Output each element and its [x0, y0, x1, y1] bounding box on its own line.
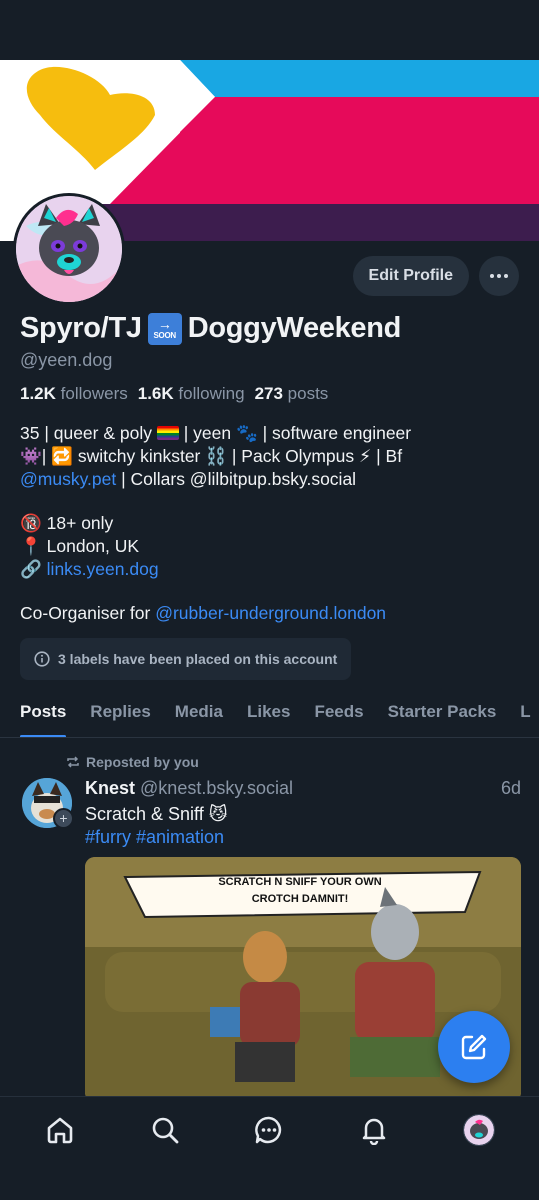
display-name: Spyro/TJ → SOON DoggyWeekend: [20, 312, 401, 345]
tab-feeds[interactable]: Feeds: [302, 688, 375, 736]
search-icon: [152, 1117, 179, 1144]
bio-line: @musky.pet | Collars @lilbitpup.bsky.soc…: [20, 468, 520, 491]
post-author-name[interactable]: Knest: [85, 778, 135, 798]
chat-icon: [255, 1116, 282, 1144]
profile-stats: 1.2K followers 1.6K following 273 posts: [20, 384, 328, 404]
link-icon: 🔗: [20, 559, 42, 579]
repost-label: Reposted by you: [86, 754, 199, 770]
post-text: Scratch & Sniff 😼: [85, 804, 228, 824]
home-icon: [47, 1117, 73, 1144]
posts-count: 273: [254, 384, 283, 403]
bio-line: 👾| 🔁 switchy kinkster ⛓️ | Pack Olympus …: [20, 446, 403, 466]
bottom-navigation: [0, 1096, 539, 1200]
compose-pencil-icon: [461, 1034, 487, 1060]
bio-text: 35 | queer & poly: [20, 423, 157, 443]
bio-line: 🔗 links.yeen.dog: [20, 558, 520, 581]
more-horizontal-icon: [490, 274, 508, 278]
soon-badge-label: SOON: [153, 331, 177, 340]
status-bar: [0, 0, 539, 60]
display-name-suffix: DoggyWeekend: [187, 312, 402, 344]
post-header: Knest @knest.bsky.social: [85, 778, 293, 799]
post-hashtags[interactable]: #furry #animation: [85, 827, 224, 848]
tab-lists[interactable]: L: [508, 688, 539, 736]
nav-search[interactable]: [135, 1097, 195, 1163]
nav-home[interactable]: [30, 1097, 90, 1163]
labels-notice-text: 3 labels have been placed on this accoun…: [58, 651, 338, 667]
nav-profile-avatar: [462, 1114, 495, 1146]
bio-line: Co-Organiser for @rubber-underground.lon…: [20, 602, 520, 625]
bio-text: Co-Organiser for: [20, 603, 156, 623]
tab-media[interactable]: Media: [163, 688, 235, 736]
musky-pet-link[interactable]: @musky.pet: [20, 469, 116, 489]
more-options-button[interactable]: [479, 256, 519, 296]
rubber-underground-link[interactable]: @rubber-underground.london: [155, 603, 386, 623]
tab-starter-packs[interactable]: Starter Packs: [376, 688, 509, 736]
profile-bio: 35 | queer & poly | yeen 🐾 | software en…: [20, 422, 520, 625]
profile-avatar[interactable]: [13, 193, 125, 305]
post-timestamp[interactable]: 6d: [501, 778, 521, 799]
comic-caption-line2: CROTCH DAMNIT!: [252, 893, 349, 905]
following-count: 1.6K: [137, 384, 174, 403]
post-author-handle[interactable]: @knest.bsky.social: [140, 778, 293, 798]
tab-replies[interactable]: Replies: [78, 688, 162, 736]
profile-tabs: Posts Replies Media Likes Feeds Starter …: [0, 688, 539, 738]
bio-text: | yeen 🐾 | software engineer: [178, 423, 412, 443]
bio-text: | Collars @lilbitpup.bsky.social: [116, 469, 357, 489]
bio-line: 🔞 18+ only: [20, 513, 114, 533]
repost-indicator: Reposted by you: [66, 754, 199, 770]
comic-caption-line1: SCRATCH N SNIFF YOUR OWN: [218, 876, 381, 888]
info-icon: [34, 651, 50, 667]
nav-chat[interactable]: [239, 1097, 299, 1163]
bell-icon: [362, 1118, 386, 1145]
nav-profile[interactable]: [449, 1097, 509, 1163]
profile-actions: Edit Profile: [352, 256, 519, 296]
edit-profile-button[interactable]: Edit Profile: [352, 256, 469, 296]
profile-handle: @yeen.dog: [20, 350, 113, 370]
tab-likes[interactable]: Likes: [235, 688, 302, 736]
labels-notice[interactable]: 3 labels have been placed on this accoun…: [20, 638, 352, 680]
following-stat[interactable]: 1.6K following: [138, 384, 245, 404]
soon-arrow-icon: → SOON: [147, 312, 182, 345]
bio-line: 📍 London, UK: [20, 536, 140, 556]
followers-label: followers: [60, 384, 128, 403]
followers-stat[interactable]: 1.2K followers: [20, 384, 128, 404]
posts-label: posts: [287, 384, 329, 403]
posts-stat: 273 posts: [255, 384, 329, 404]
repost-icon: [67, 756, 79, 768]
display-name-text: Spyro/TJ: [20, 312, 142, 344]
follow-plus-button[interactable]: +: [53, 808, 74, 829]
compose-button[interactable]: [438, 1011, 510, 1083]
tab-posts[interactable]: Posts: [0, 688, 78, 737]
bio-line: 35 | queer & poly | yeen 🐾 | software en…: [20, 422, 520, 445]
links-yeen-dog-link[interactable]: links.yeen.dog: [47, 559, 159, 579]
nav-notifications[interactable]: [344, 1097, 404, 1163]
followers-count: 1.2K: [20, 384, 56, 403]
rainbow-flag-icon: [156, 426, 179, 440]
following-label: following: [178, 384, 245, 403]
